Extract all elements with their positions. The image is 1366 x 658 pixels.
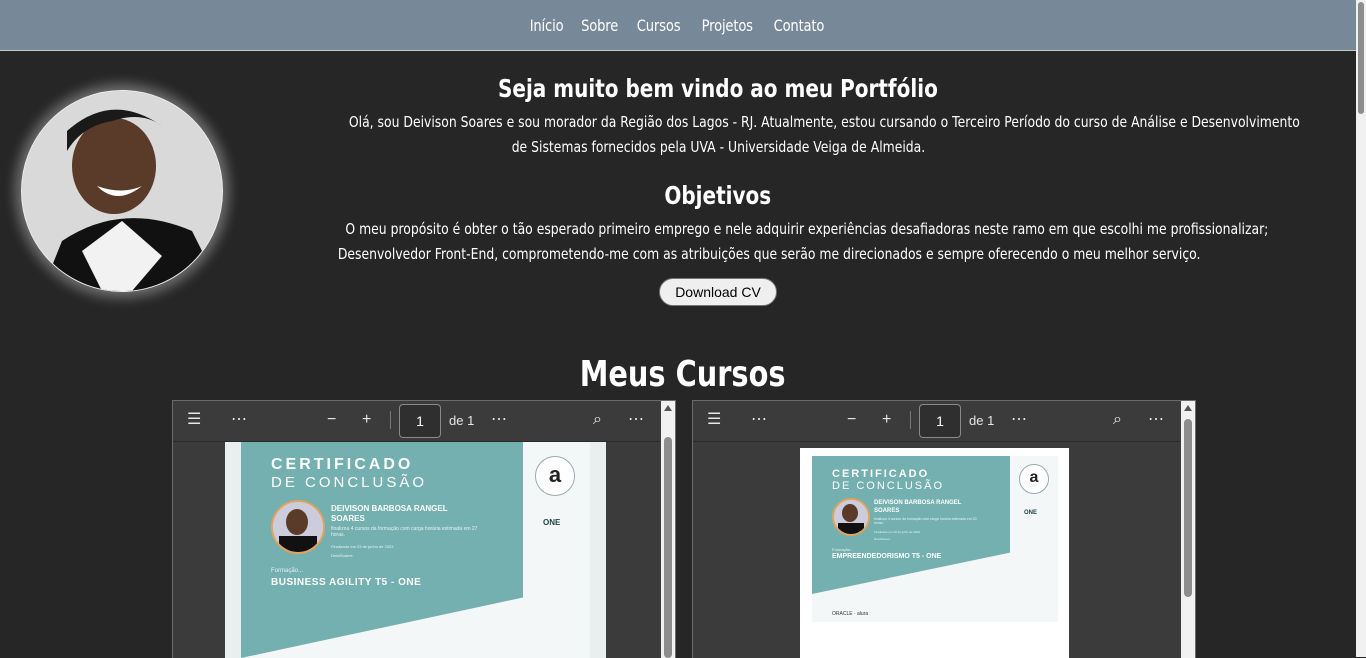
- nav-link-cursos[interactable]: Cursos: [637, 16, 681, 35]
- certificate-name-1: DEIVISON BARBOSA RANGEL: [331, 504, 448, 513]
- certificate-photo: [832, 498, 870, 536]
- outline-icon[interactable]: ☰: [187, 411, 201, 429]
- objectives-line-1: O meu propósito é obter o tão esperado p…: [345, 220, 1269, 238]
- top-nav: Início Sobre Cursos Projetos Contato: [0, 0, 1356, 51]
- formation-name: BUSINESS AGILITY T5 - ONE: [271, 577, 422, 588]
- certificate-page: CERTIFICADO DE CONCLUSÃO DEIVISON BARBOS…: [800, 448, 1069, 658]
- footer-logos: ORACLE · alura: [832, 611, 869, 617]
- page-count-label: de 1: [449, 413, 475, 428]
- objectives-heading-text: Objetivos: [664, 181, 772, 210]
- certificate-name-2: SOARES: [331, 514, 365, 523]
- more-options-icon[interactable]: ⋯: [231, 411, 247, 429]
- courses-heading-text: Meus Cursos: [580, 354, 786, 395]
- scroll-up-icon[interactable]: [664, 405, 672, 411]
- certificate-name-1: DEIVISON BARBOSA RANGEL: [874, 500, 962, 506]
- certificate-photo: [271, 500, 325, 554]
- search-icon[interactable]: ⌕: [593, 411, 602, 429]
- one-logo: ONE: [1024, 510, 1038, 516]
- formation-label: Formação...: [832, 547, 854, 552]
- viewer-scrollbar-thumb[interactable]: [664, 437, 672, 658]
- certificate-title: CERTIFICADO: [832, 468, 930, 480]
- pdf-viewer-2[interactable]: ☰ ⋯ − + de 1 ⋯ ⌕ ⋯ CERTIFICADO DE CONCLU…: [692, 400, 1196, 658]
- nav-link-projetos[interactable]: Projetos: [701, 16, 752, 35]
- certificate-subtitle: DE CONCLUSÃO: [832, 480, 945, 492]
- nav-link-contato[interactable]: Contato: [774, 16, 825, 35]
- welcome-heading: Seja muito bem vindo ao meu Portfólio: [230, 74, 1206, 104]
- certificate-handle: DeiviSoares: [874, 537, 891, 541]
- objectives-paragraph: O meu propósito é obter o tão esperado p…: [230, 217, 1269, 267]
- page-scrollbar[interactable]: [1356, 0, 1366, 657]
- objectives-heading: Objetivos: [230, 181, 1206, 211]
- about-paragraph: Olá, sou Deivison Soares e sou morador d…: [230, 110, 1300, 160]
- viewer-scrollbar[interactable]: [1181, 401, 1195, 658]
- outline-icon[interactable]: ☰: [707, 411, 721, 429]
- download-cv-button[interactable]: Download CV: [659, 278, 777, 306]
- certificate-title: CERTIFICADO: [271, 456, 414, 473]
- viewer-scrollbar[interactable]: [661, 401, 675, 658]
- welcome-heading-text: Seja muito bem vindo ao meu Portfólio: [498, 74, 938, 103]
- zoom-in-icon[interactable]: +: [362, 411, 371, 429]
- page-number-input[interactable]: [919, 404, 961, 438]
- about-line-1: Olá, sou Deivison Soares e sou morador d…: [348, 113, 1300, 131]
- certificate-subtitle: DE CONCLUSÃO: [271, 474, 428, 491]
- more-options-icon[interactable]: ⋯: [751, 411, 767, 429]
- objectives-line-2: Desenvolvedor Front-End, comprometendo-m…: [337, 245, 1201, 263]
- certificate-page: CERTIFICADO DE CONCLUSÃO DEIVISON BARBOS…: [225, 442, 606, 658]
- page-number-input[interactable]: [399, 404, 441, 438]
- page-count-label: de 1: [969, 413, 995, 428]
- viewer-scrollbar-thumb[interactable]: [1184, 419, 1192, 597]
- certificate-date: Finalizado em 23 de junho de 2023: [331, 544, 394, 549]
- zoom-in-icon[interactable]: +: [882, 411, 891, 429]
- certificate-handle: DeiviSoares: [331, 553, 353, 558]
- more-options-icon[interactable]: ⋯: [1011, 411, 1027, 429]
- zoom-out-icon[interactable]: −: [847, 411, 856, 429]
- certificate-description: finalizou 4 cursos da formação com carga…: [874, 517, 977, 525]
- more-options-icon[interactable]: ⋯: [491, 411, 507, 429]
- certificate-description: finalizou 4 cursos da formação com carga…: [331, 526, 478, 538]
- pdf-page-area: CERTIFICADO DE CONCLUSÃO DEIVISON BARBOS…: [693, 442, 1180, 658]
- pdf-viewer-1[interactable]: ☰ ⋯ − + de 1 ⋯ ⌕ ⋯ CERTIFICADO DE CONCLU…: [172, 400, 676, 658]
- pdf-toolbar: ☰ ⋯ − + de 1 ⋯ ⌕ ⋯: [173, 401, 660, 442]
- nav-link-inicio[interactable]: Início: [530, 16, 564, 35]
- certificate-date: Finalizado em 20 de julho de 2023: [874, 530, 920, 534]
- courses-heading: Meus Cursos: [0, 353, 1366, 395]
- alura-seal-icon: a: [535, 456, 575, 496]
- formation-name: EMPREENDEDORISMO T5 - ONE: [832, 553, 942, 560]
- alura-seal-icon: a: [1019, 464, 1049, 494]
- nav-link-sobre[interactable]: Sobre: [581, 16, 618, 35]
- page-scrollbar-thumb[interactable]: [1358, 2, 1364, 114]
- certificate-name-2: SOARES: [874, 508, 900, 514]
- one-logo: ONE: [543, 518, 561, 527]
- toolbar-divider: [390, 411, 391, 429]
- more-options-icon[interactable]: ⋯: [628, 411, 644, 429]
- pdf-toolbar: ☰ ⋯ − + de 1 ⋯ ⌕ ⋯: [693, 401, 1180, 442]
- toolbar-divider: [910, 411, 911, 429]
- scroll-up-icon[interactable]: [1184, 405, 1192, 411]
- profile-photo: [21, 90, 223, 292]
- more-options-icon[interactable]: ⋯: [1148, 411, 1164, 429]
- zoom-out-icon[interactable]: −: [327, 411, 336, 429]
- pdf-page-area: CERTIFICADO DE CONCLUSÃO DEIVISON BARBOS…: [173, 442, 660, 658]
- about-line-2: de Sistemas fornecidos pela UVA - Univer…: [511, 138, 925, 156]
- search-icon[interactable]: ⌕: [1113, 411, 1122, 429]
- formation-label: Formação...: [271, 568, 304, 574]
